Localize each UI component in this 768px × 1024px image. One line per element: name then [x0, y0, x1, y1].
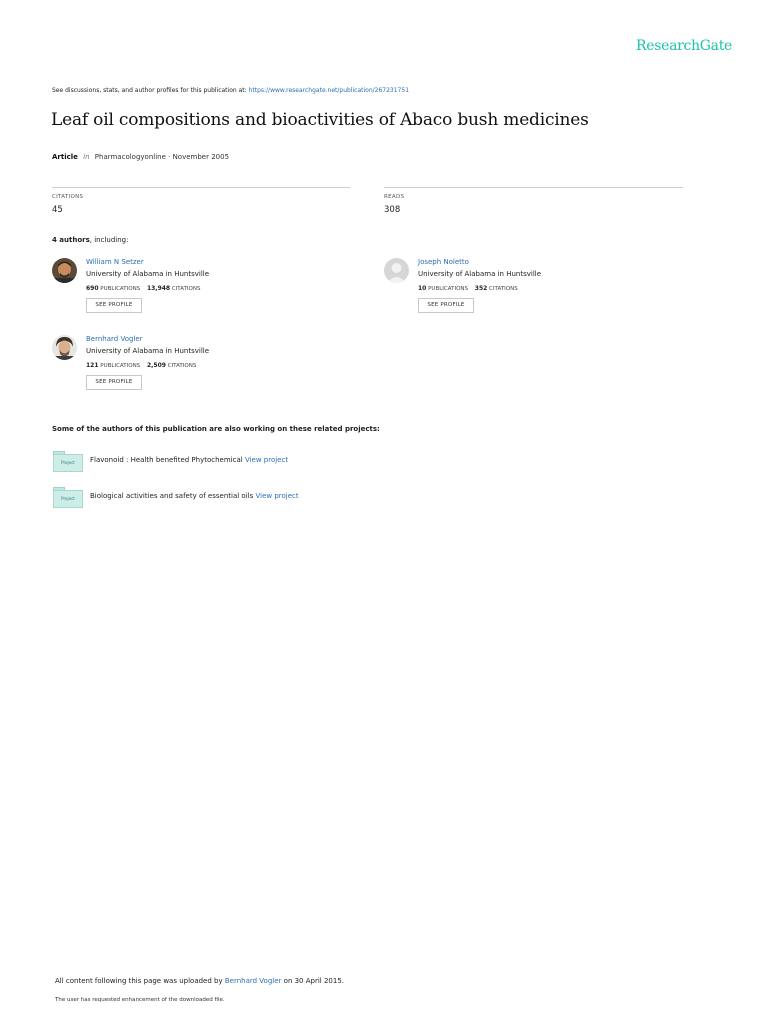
- citations-count: 352: [474, 285, 488, 292]
- journal-date: Pharmacologyonline · November 2005: [94, 153, 230, 161]
- project-text: Biological activities and safety of esse…: [90, 492, 299, 500]
- view-project-link[interactable]: View project: [255, 492, 298, 500]
- publications-count: 10: [418, 285, 427, 292]
- project-title: Flavonoid : Health benefited Phytochemic…: [90, 456, 243, 464]
- in-word: in: [83, 153, 90, 161]
- discussion-line: See discussions, stats, and author profi…: [52, 87, 409, 94]
- enhancement-note: The user has requested enhancement of th…: [55, 997, 225, 1003]
- author-institution: University of Alabama in Huntsville: [418, 270, 542, 278]
- author-stats: 121 PUBLICATIONS 2,509 CITATIONS: [86, 362, 196, 369]
- author-name[interactable]: Bernhard Vogler: [86, 335, 143, 343]
- view-project-link[interactable]: View project: [245, 456, 288, 464]
- author-avatar[interactable]: [52, 258, 77, 283]
- authors-heading: 4 authors, including:: [52, 236, 128, 244]
- discussion-text: See discussions, stats, and author profi…: [52, 87, 247, 94]
- project-icon-label: Project: [61, 496, 75, 501]
- author-institution: University of Alabama in Huntsville: [86, 270, 210, 278]
- author-institution: University of Alabama in Huntsville: [86, 347, 210, 355]
- publication-link[interactable]: https://www.researchgate.net/publication…: [249, 87, 409, 94]
- project-text: Flavonoid : Health benefited Phytochemic…: [90, 456, 288, 464]
- author-card: William N Setzer University of Alabama i…: [52, 258, 352, 318]
- publications-label: PUBLICATIONS: [428, 286, 469, 292]
- see-profile-button[interactable]: SEE PROFILE: [86, 375, 142, 390]
- default-avatar-icon: [384, 258, 409, 283]
- related-projects-heading: Some of the authors of this publication …: [52, 425, 380, 433]
- author-name[interactable]: William N Setzer: [86, 258, 144, 266]
- see-profile-button[interactable]: SEE PROFILE: [418, 298, 474, 313]
- publications-count: 690: [86, 285, 99, 292]
- reads-divider: [384, 187, 683, 188]
- author-stats: 690 PUBLICATIONS 13,948 CITATIONS: [86, 285, 201, 292]
- reads-label: READS: [384, 194, 405, 200]
- uploader-link[interactable]: Bernhard Vogler: [225, 977, 282, 985]
- author-photo-icon: [52, 258, 77, 283]
- publications-label: PUBLICATIONS: [100, 363, 141, 369]
- citations-label: CITATIONS: [489, 286, 518, 292]
- researchgate-logo[interactable]: ResearchGate: [636, 38, 732, 54]
- project-title: Biological activities and safety of esse…: [90, 492, 254, 500]
- author-card: Bernhard Vogler University of Alabama in…: [52, 335, 352, 395]
- author-photo-icon: [52, 335, 77, 360]
- authors-suffix: , including:: [89, 236, 129, 244]
- project-icon-label: Project: [61, 460, 75, 465]
- citations-divider: [52, 187, 350, 188]
- citations-label: CITATIONS: [171, 286, 201, 292]
- upload-suffix: on 30 April 2015.: [283, 977, 344, 985]
- publication-title: Leaf oil compositions and bioactivities …: [51, 110, 589, 130]
- project-item: Project Flavonoid : Health benefited Phy…: [52, 451, 452, 473]
- citations-label: CITATIONS: [52, 194, 84, 200]
- citations-count: 2,509: [146, 362, 166, 369]
- author-avatar[interactable]: [52, 335, 77, 360]
- project-item: Project Biological activities and safety…: [52, 487, 452, 509]
- publications-count: 121: [86, 362, 99, 369]
- publications-label: PUBLICATIONS: [100, 286, 141, 292]
- citations-value: 45: [52, 205, 63, 215]
- citations-count: 13,948: [146, 285, 171, 292]
- reads-value: 308: [384, 205, 401, 215]
- publication-meta: Article in Pharmacologyonline · November…: [52, 153, 229, 161]
- upload-note: All content following this page was uplo…: [55, 977, 344, 985]
- publication-type: Article: [52, 153, 78, 161]
- upload-prefix: All content following this page was uplo…: [55, 977, 223, 985]
- author-name[interactable]: Joseph Noletto: [418, 258, 469, 266]
- authors-count: 4 authors: [52, 236, 90, 244]
- project-folder-icon: Project: [52, 451, 83, 473]
- citations-label: CITATIONS: [167, 363, 197, 369]
- author-stats: 10 PUBLICATIONS 352 CITATIONS: [418, 285, 518, 292]
- author-card: Joseph Noletto University of Alabama in …: [384, 258, 684, 318]
- project-folder-icon: Project: [52, 487, 83, 509]
- see-profile-button[interactable]: SEE PROFILE: [86, 298, 142, 313]
- author-avatar[interactable]: [384, 258, 409, 283]
